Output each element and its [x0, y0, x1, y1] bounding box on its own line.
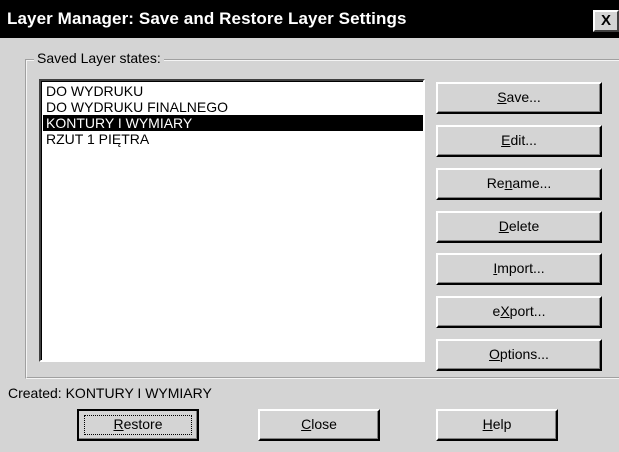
list-item-selected[interactable]: KONTURY I WYMIARY: [43, 115, 423, 131]
group-label: Saved Layer states:: [34, 50, 164, 66]
close-window-button[interactable]: X: [593, 10, 619, 32]
edit-button[interactable]: Edit...: [436, 125, 602, 157]
created-status-text: Created: KONTURY I WYMIARY: [8, 385, 212, 401]
rename-button[interactable]: Rename...: [436, 168, 602, 200]
export-button[interactable]: eXport...: [436, 296, 602, 328]
title-bar: Layer Manager: Save and Restore Layer Se…: [0, 0, 619, 38]
list-item[interactable]: RZUT 1 PIĘTRA: [43, 131, 423, 147]
delete-button[interactable]: Delete: [436, 211, 602, 243]
help-button[interactable]: Help: [436, 409, 558, 441]
restore-button[interactable]: Restore: [77, 409, 199, 441]
window-title: Layer Manager: Save and Restore Layer Se…: [7, 9, 407, 28]
layer-manager-dialog: Layer Manager: Save and Restore Layer Se…: [0, 0, 619, 452]
list-item[interactable]: DO WYDRUKU: [43, 83, 423, 99]
import-button[interactable]: Import...: [436, 253, 602, 285]
list-item[interactable]: DO WYDRUKU FINALNEGO: [43, 99, 423, 115]
save-button[interactable]: Save...: [436, 82, 602, 114]
layer-states-list[interactable]: DO WYDRUKU DO WYDRUKU FINALNEGO KONTURY …: [39, 79, 425, 362]
close-button[interactable]: Close: [258, 409, 380, 441]
options-button[interactable]: Options...: [436, 339, 602, 371]
